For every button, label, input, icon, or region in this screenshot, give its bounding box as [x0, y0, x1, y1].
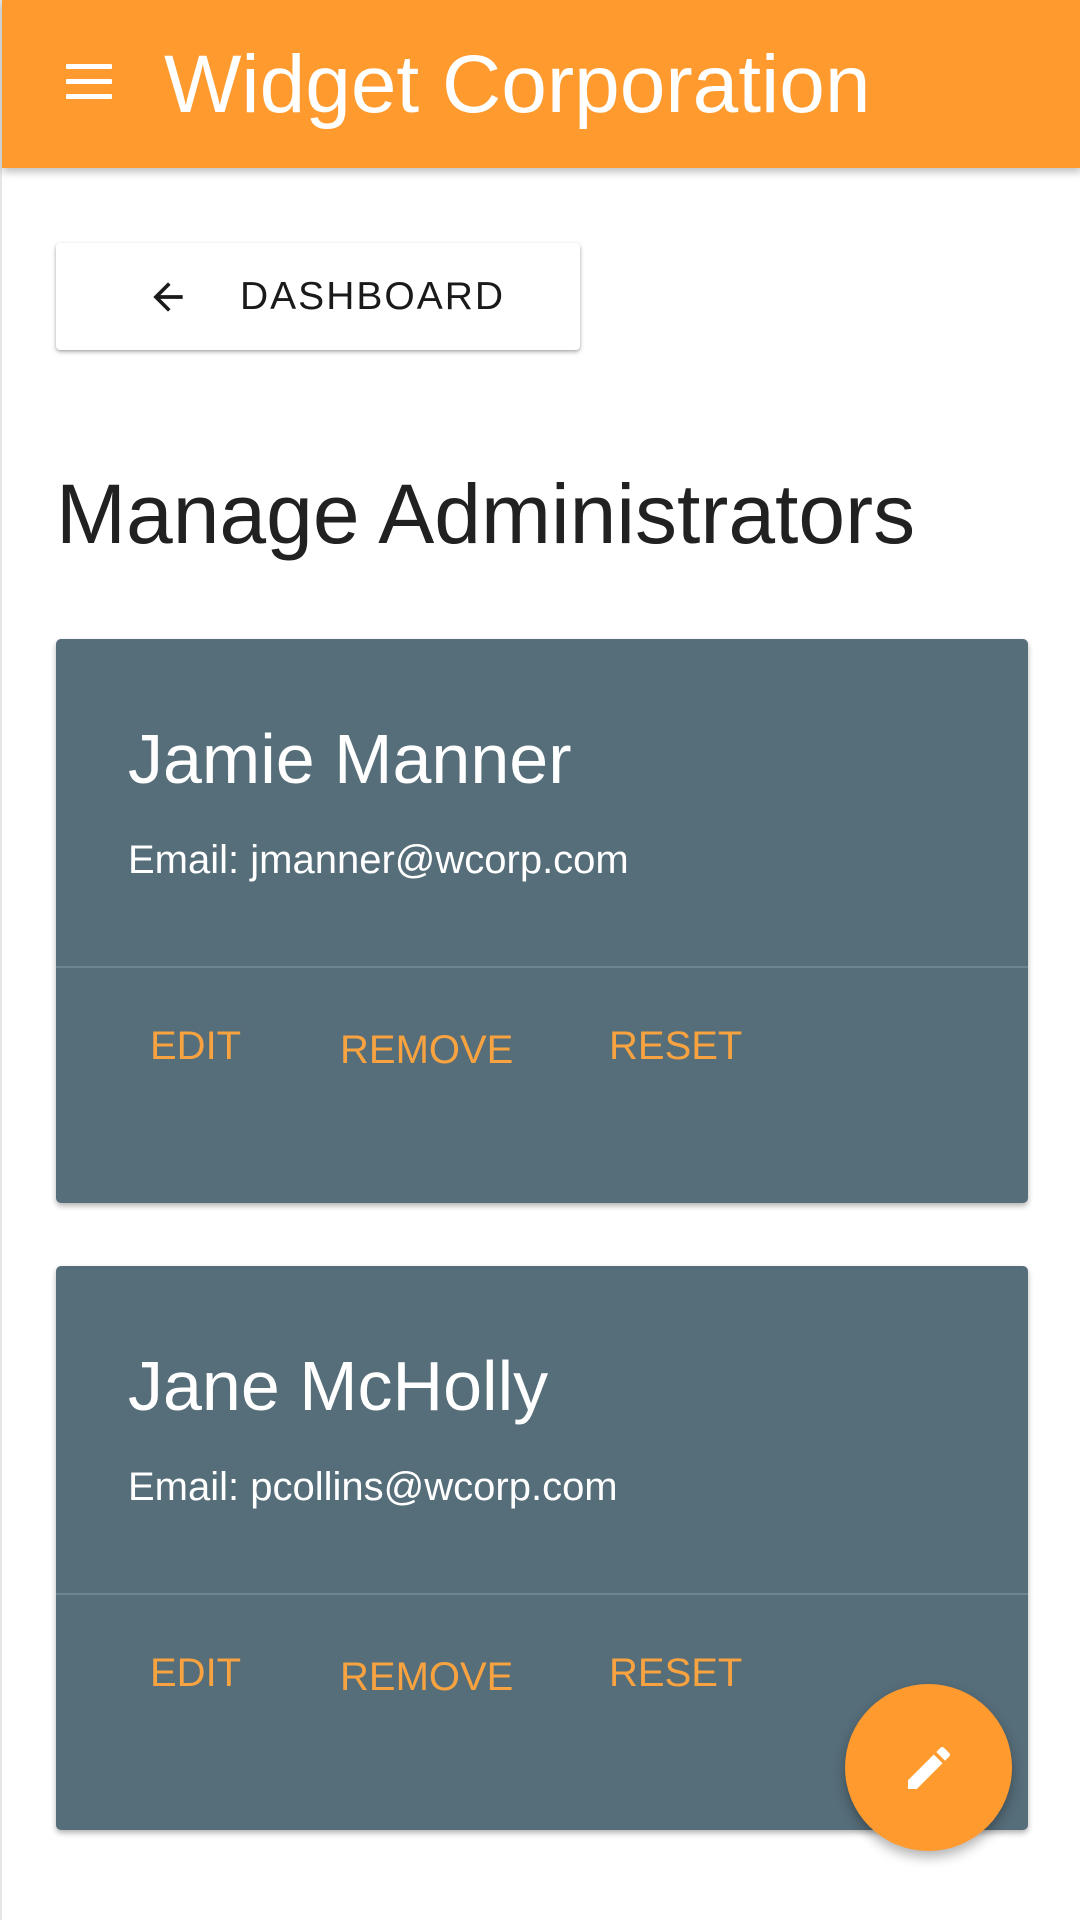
admin-card: Jamie Manner Email: jmanner@wcorp.com ED… [56, 639, 1028, 1203]
remove-button[interactable]: REMOVE [340, 1652, 513, 1702]
reset-button[interactable]: RESET [609, 1021, 742, 1071]
edit-fab-button[interactable] [845, 1684, 1012, 1851]
arrow-left-icon [153, 282, 183, 312]
admin-name: Jamie Manner [128, 720, 572, 798]
edit-button[interactable]: EDIT [150, 1648, 241, 1698]
admin-name: Jane McHolly [128, 1347, 549, 1425]
page-title: Manage Administrators [56, 467, 916, 561]
admin-email: Email: jmanner@wcorp.com [128, 838, 629, 882]
card-divider [56, 1593, 1028, 1595]
app-title: Widget Corporation [164, 39, 871, 130]
remove-button[interactable]: REMOVE [340, 1025, 513, 1075]
admin-email: Email: pcollins@wcorp.com [128, 1465, 618, 1509]
hamburger-menu-icon[interactable] [58, 58, 120, 106]
dashboard-back-button[interactable]: DASHBOARD [56, 243, 580, 350]
pencil-icon [908, 1746, 951, 1789]
dashboard-button-label: DASHBOARD [240, 275, 506, 318]
card-divider [56, 966, 1028, 968]
app-bar: Widget Corporation [2, 0, 1080, 168]
app-screen: Widget Corporation DASHBOARD Manage Admi… [0, 0, 1080, 1920]
reset-button[interactable]: RESET [609, 1648, 742, 1698]
edit-button[interactable]: EDIT [150, 1021, 241, 1071]
